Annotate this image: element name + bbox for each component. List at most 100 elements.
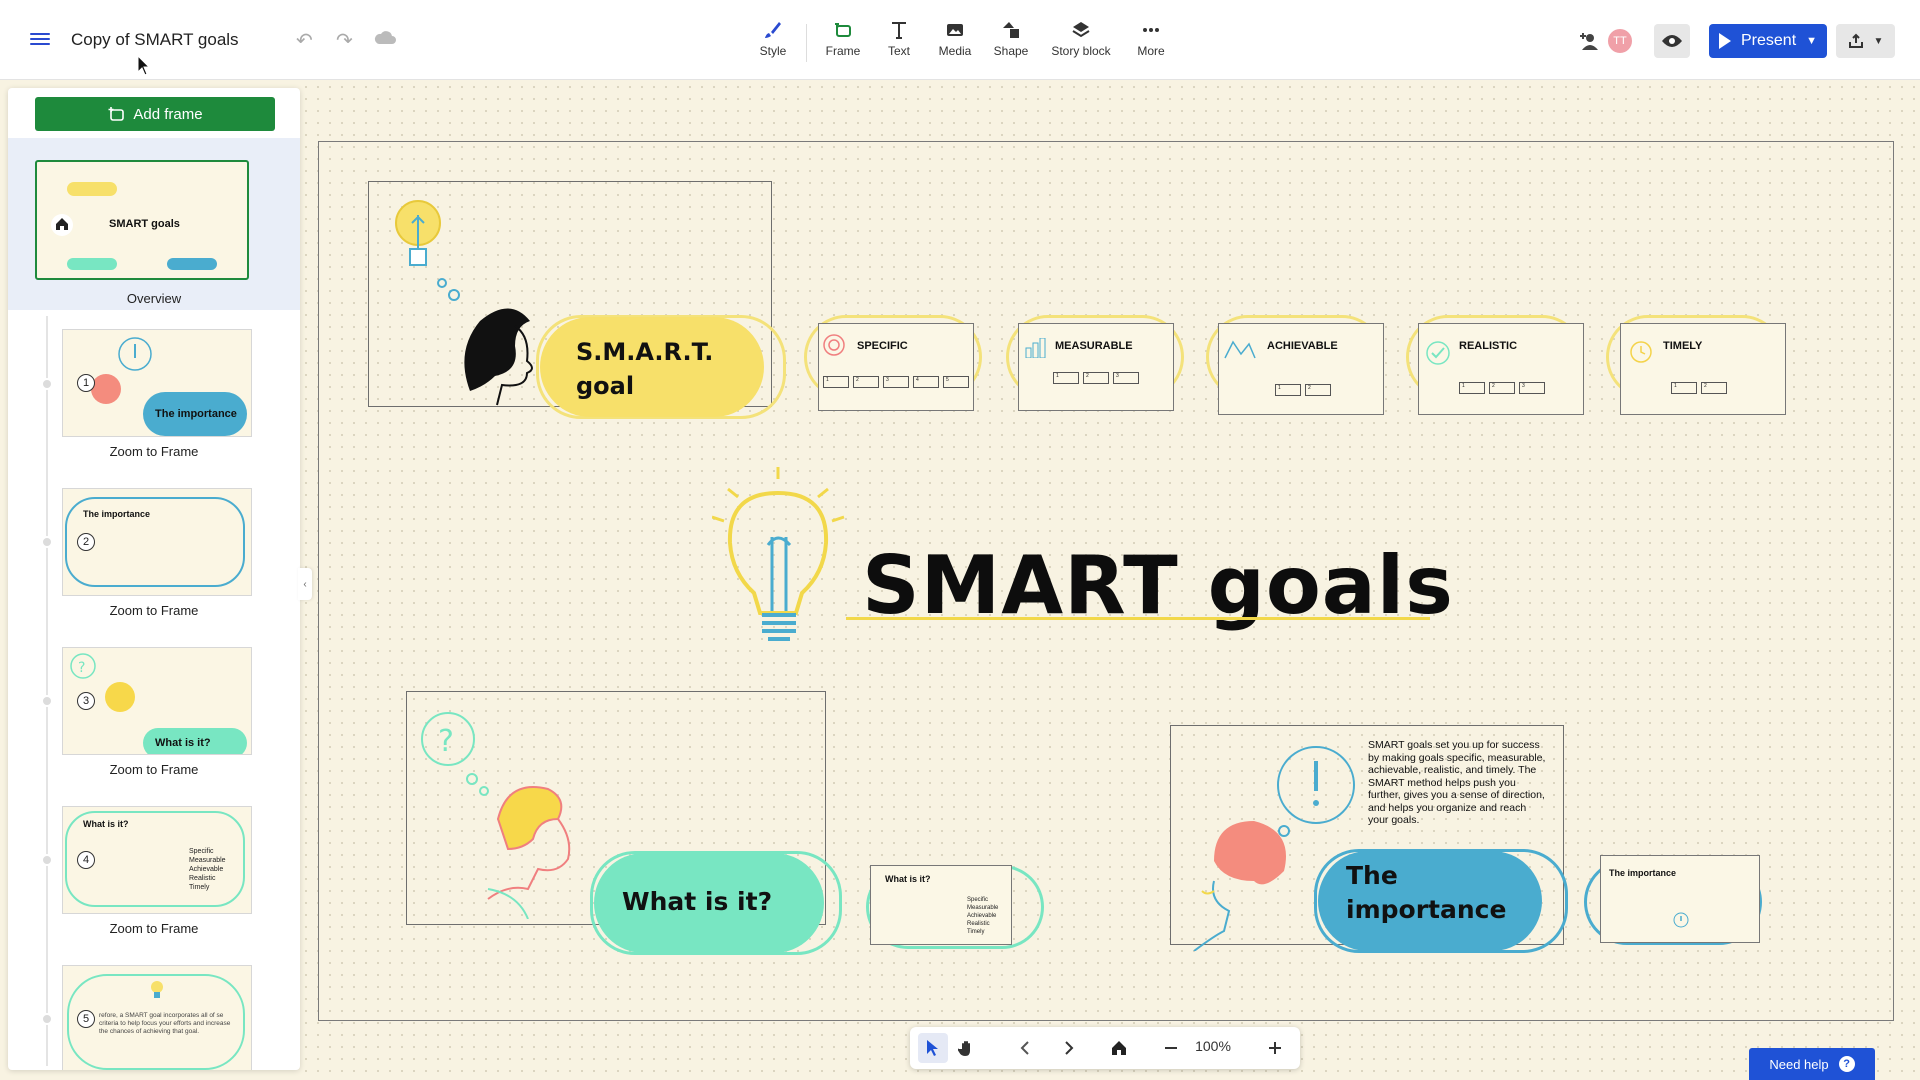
mouse-cursor-icon (137, 55, 151, 76)
svg-text:?: ? (78, 660, 85, 676)
frame-number: 2 (77, 533, 95, 551)
style-label: Style (759, 44, 787, 58)
cloud-saved-icon (373, 28, 397, 52)
select-tool-button[interactable] (918, 1033, 948, 1063)
overview-label: Overview (126, 291, 182, 306)
what-is-it-card[interactable]: What is it? Specific Measurable Achievab… (870, 865, 1012, 945)
eye-icon (1662, 35, 1682, 47)
frame-thumbnail-1[interactable]: 1 The importance (62, 329, 252, 437)
add-user-icon (1580, 33, 1598, 50)
smart-goal-line2: goal (576, 372, 635, 400)
document-title[interactable]: Copy of SMART goals (71, 30, 239, 50)
plus-icon (1269, 1042, 1281, 1054)
zoom-level[interactable]: 100% (1188, 1038, 1238, 1054)
frame-dot (41, 695, 53, 707)
pointer-icon (927, 1040, 938, 1056)
canvas[interactable]: S.M.A.R.T. goal SPECIFIC 12345 MEASURABL… (300, 81, 1920, 1080)
home-icon (1112, 1041, 1126, 1055)
what-is-it-text: What is it? (622, 887, 773, 916)
card-title-realistic: REALISTIC (1459, 340, 1518, 352)
large-lightbulb-icon (712, 467, 845, 641)
layers-icon (1072, 22, 1090, 38)
text-icon (892, 22, 906, 39)
zoom-to-frame-label[interactable]: Zoom to Frame (8, 444, 300, 459)
card-specific[interactable]: SPECIFIC 12345 (818, 323, 974, 411)
smart-goal-text: S.M.A.R.T. goal (576, 335, 713, 403)
bottom-toolbar (910, 1027, 1300, 1069)
title-underline (846, 617, 1430, 620)
frame-dot (41, 1013, 53, 1025)
frame-number: 1 (77, 374, 95, 392)
frame-thumbnail-2[interactable]: The importance 2 (62, 488, 252, 596)
question-person-illustration: ? (421, 712, 571, 919)
frame-dot (41, 378, 53, 390)
frame-thumb-title: The importance (83, 509, 151, 519)
hamburger-menu-icon[interactable] (30, 30, 50, 50)
zoom-to-frame-label[interactable]: Zoom to Frame (8, 603, 300, 618)
preview-button[interactable] (1654, 24, 1690, 58)
importance-card-title: The importance (1609, 868, 1677, 878)
export-button[interactable]: ▼ (1836, 24, 1895, 58)
frame-number: 4 (77, 851, 95, 869)
minus-icon (1165, 1047, 1177, 1049)
present-button[interactable]: Present ▼ (1709, 24, 1827, 58)
home-button[interactable] (1104, 1033, 1134, 1063)
story-block-tool[interactable]: Story block (1046, 20, 1116, 58)
importance-body-text: SMART goals set you up for success by ma… (1368, 739, 1546, 826)
hand-icon (958, 1041, 970, 1056)
card-title-specific: SPECIFIC (857, 340, 908, 352)
zoom-to-frame-label[interactable]: Zoom to Frame (8, 921, 300, 936)
frame-thumb-text: refore, a SMART goal incorporates all of… (99, 1012, 231, 1035)
overview-thumbnail[interactable]: SMART goals (35, 160, 249, 280)
frame-dot (41, 854, 53, 866)
need-help-button[interactable]: Need help ? (1749, 1048, 1875, 1080)
pan-tool-button[interactable] (952, 1033, 982, 1063)
card-realistic[interactable]: REALISTIC 123 (1418, 323, 1584, 415)
card-timely-steps: 12 (1671, 382, 1727, 394)
card-measurable[interactable]: MEASURABLE 123 (1018, 323, 1174, 411)
present-label: Present (1741, 32, 1797, 49)
zoom-in-button[interactable] (1260, 1033, 1290, 1063)
collapse-sidebar-button[interactable]: ‹ (298, 568, 312, 600)
next-frame-button[interactable] (1054, 1033, 1084, 1063)
frames-timeline (46, 316, 48, 1066)
svg-text:?: ? (438, 724, 454, 759)
add-frame-label: Add frame (133, 105, 203, 123)
exclamation-icon (1673, 912, 1689, 928)
exclamation-icon (118, 337, 152, 371)
frame-thumb-pill-text: What is it? (143, 728, 247, 754)
frame-thumbnail-4[interactable]: What is it? 4 Specific Measurable Achiev… (62, 806, 252, 914)
brush-icon (765, 22, 781, 38)
lightbulb-icon (395, 200, 441, 266)
top-bar: Copy of SMART goals ↶ ↷ Style Frame Text… (0, 0, 1920, 80)
shape-label: Shape (993, 44, 1029, 58)
what-card-lines: Specific Measurable Achievable Realistic… (967, 897, 999, 935)
frame-number: 5 (77, 1010, 95, 1028)
question-icon: ? (1838, 1056, 1855, 1072)
add-frame-button[interactable]: Add frame (35, 97, 275, 131)
style-tool[interactable]: Style (738, 20, 808, 58)
zoom-to-frame-label[interactable]: Zoom to Frame (8, 762, 300, 777)
avatar[interactable]: TT (1606, 27, 1634, 55)
card-title-timely: TIMELY (1663, 340, 1703, 352)
home-icon (56, 218, 68, 230)
frame-thumb-lines: Specific Measurable Achievable Realistic… (189, 848, 226, 891)
bar-chart-icon (1025, 338, 1046, 358)
chevron-down-icon: ▼ (1873, 35, 1884, 47)
shape-tool[interactable]: Shape (976, 20, 1046, 58)
more-tool[interactable]: More (1116, 20, 1186, 58)
previous-frame-button[interactable] (1010, 1033, 1040, 1063)
redo-icon[interactable]: ↷ (336, 28, 353, 53)
frames-sidebar: Add frame SMART goals Overview 1 The imp… (8, 88, 300, 1070)
card-timely[interactable]: TIMELY 12 (1620, 323, 1786, 415)
card-achievable-steps: 12 (1275, 384, 1331, 396)
importance-card[interactable]: The importance (1600, 855, 1760, 943)
need-help-label: Need help (1769, 1056, 1829, 1072)
card-achievable[interactable]: ACHIEVABLE 12 (1218, 323, 1384, 415)
frame-thumbnail-3[interactable]: ? 3 What is it? (62, 647, 252, 755)
zoom-out-button[interactable] (1156, 1033, 1186, 1063)
what-card-title: What is it? (885, 874, 931, 884)
undo-icon[interactable]: ↶ (296, 28, 313, 53)
story-block-label: Story block (1051, 44, 1111, 58)
frame-thumbnail-5[interactable]: 5 refore, a SMART goal incorporates all … (62, 965, 252, 1070)
